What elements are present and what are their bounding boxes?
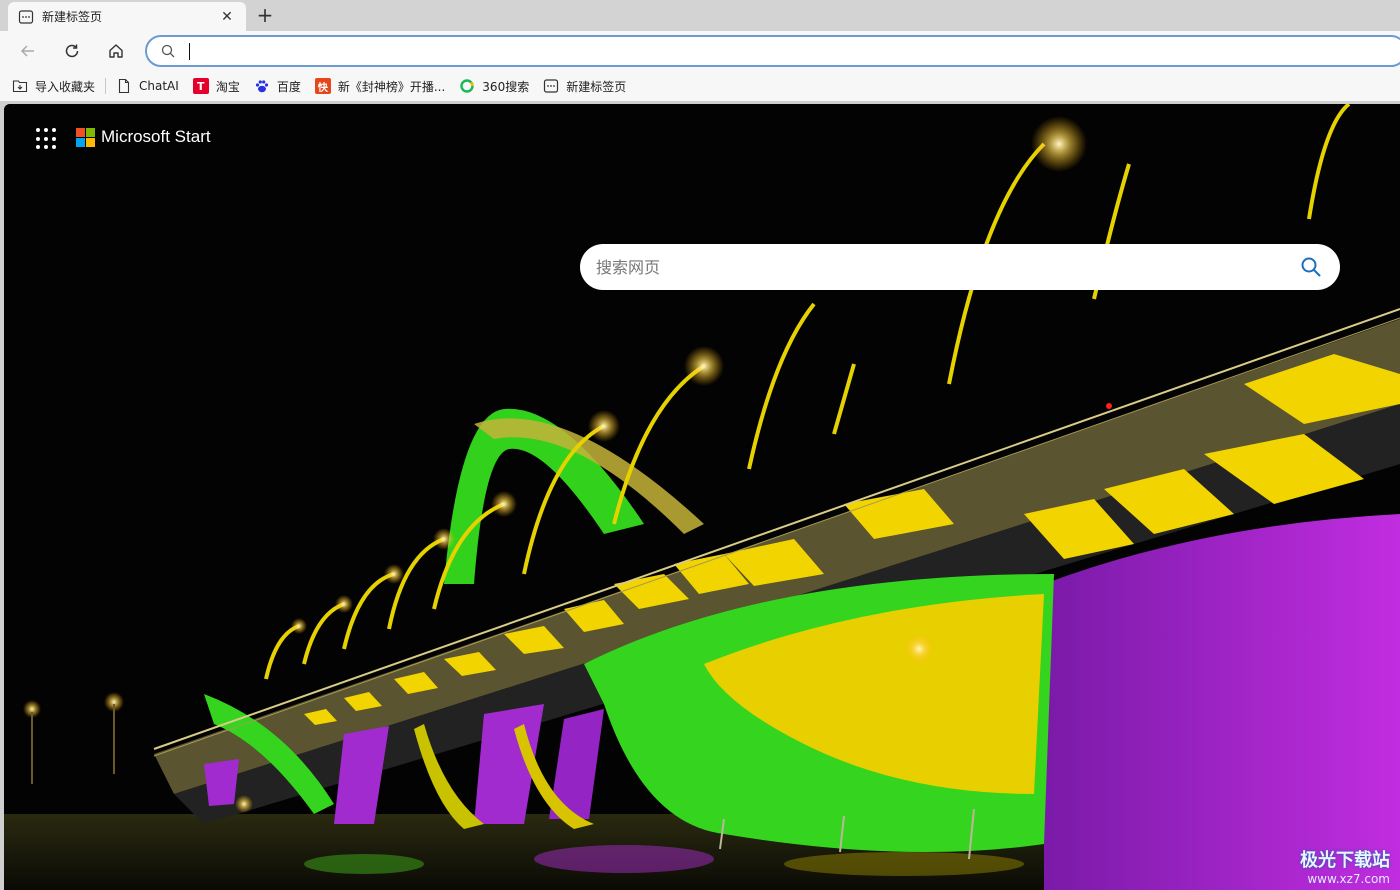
new-tab-page: Microsoft Start 极光下载站 www.xz7.com (4, 104, 1400, 890)
search-icon (161, 44, 175, 58)
night-bridge-background (4, 104, 1400, 890)
bookmark-label: ChatAI (139, 79, 179, 93)
new-tab-plus-icon[interactable]: + (254, 4, 276, 26)
address-bar[interactable] (145, 35, 1400, 67)
web-search-box[interactable] (580, 244, 1340, 290)
bookmark-chatai[interactable]: ChatAI (116, 78, 179, 94)
bookmark-label: 新《封神榜》开播... (337, 79, 446, 94)
tab-strip: 新建标签页 ✕ + (0, 0, 1400, 31)
bookmark-taobao[interactable]: T 淘宝 (192, 78, 240, 95)
back-arrow-icon[interactable] (15, 39, 41, 63)
watermark-url: www.xz7.com (1307, 872, 1390, 886)
tab-title: 新建标签页 (42, 10, 103, 24)
text-caret (189, 42, 190, 60)
bookmark-video-site[interactable]: 快 新《封神榜》开播... (314, 78, 446, 95)
bookmark-label: 新建标签页 (566, 79, 627, 94)
bookmarks-bar: 导入收藏夹 ChatAI T 淘宝 百度 快 新《封神榜》开播... 360搜索… (0, 71, 1400, 101)
bookmark-360-search[interactable]: 360搜索 (459, 78, 529, 95)
new-tab-page-icon (544, 79, 559, 93)
bookmark-label: 导入收藏夹 (35, 79, 96, 94)
taobao-icon: T (192, 78, 209, 94)
page-icon (118, 78, 130, 94)
app-launcher-icon[interactable] (36, 128, 58, 150)
close-icon[interactable]: ✕ (218, 9, 236, 25)
brand-name: Microsoft Start (101, 127, 211, 146)
refresh-icon[interactable] (59, 39, 85, 63)
bookmark-import-favorites[interactable]: 导入收藏夹 (12, 78, 95, 95)
bookmark-separator (105, 78, 107, 94)
microsoft-logo-icon (76, 127, 95, 147)
home-icon[interactable] (103, 39, 129, 63)
tab-new-tab[interactable]: 新建标签页 ✕ (8, 2, 246, 31)
bookmark-label: 百度 (276, 79, 301, 94)
site-watermark: 极光下载站 www.xz7.com (1300, 846, 1390, 886)
bookmark-new-tab-page[interactable]: 新建标签页 (543, 78, 626, 95)
import-favorites-icon (12, 80, 28, 93)
bookmark-baidu[interactable]: 百度 (254, 78, 301, 95)
microsoft-start-brand[interactable]: Microsoft Start (76, 127, 211, 147)
search-input[interactable] (596, 257, 1300, 277)
bookmark-label: 360搜索 (482, 79, 530, 94)
search-icon[interactable] (1300, 256, 1322, 278)
360-search-icon (460, 79, 474, 93)
browser-toolbar (0, 31, 1400, 71)
video-site-icon: 快 (314, 78, 331, 94)
bookmark-label: 淘宝 (215, 79, 240, 94)
new-tab-page-icon (18, 9, 34, 24)
baidu-paw-icon (255, 80, 268, 93)
watermark-title: 极光下载站 (1300, 850, 1390, 871)
